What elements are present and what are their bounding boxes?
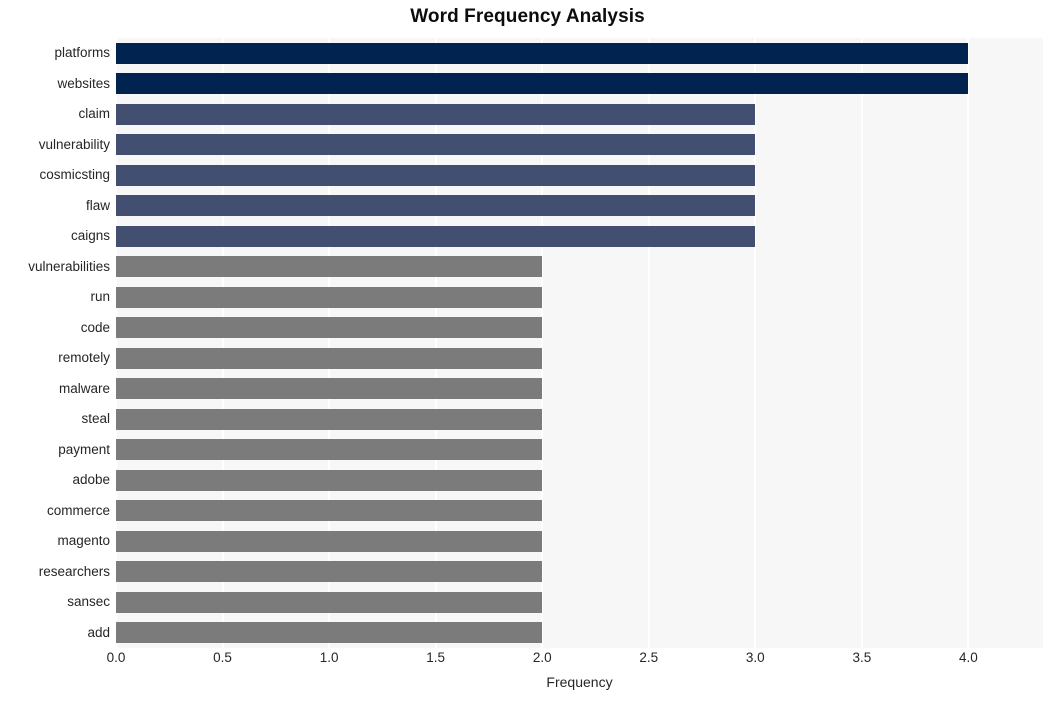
bar-segment [116,256,543,277]
bar [116,439,1043,460]
bar-segment [116,470,543,491]
bar [116,226,1043,247]
bar [116,500,1043,521]
x-tick-label: 3.0 [745,650,765,665]
plot-area [116,38,1043,648]
y-tick-label: sansec [67,594,110,609]
x-axis-tick-labels: 0.0 0.5 1.0 1.5 2.0 2.5 3.0 3.5 4.0 [107,650,1043,672]
x-axis-label: Frequency [546,674,613,690]
bar [116,531,1043,552]
x-tick-label: 0.0 [106,650,126,665]
bar [116,73,1043,94]
bar [116,165,1043,186]
gridline-vertical [541,38,544,648]
x-tick-label: 2.5 [639,650,659,665]
gridline-vertical [967,38,970,648]
gridline-vertical [328,38,331,648]
y-tick-label: flaw [85,198,110,213]
y-tick-label: cosmicsting [39,167,110,182]
bar [116,317,1043,338]
y-tick-label: run [90,289,110,304]
bar [116,561,1043,582]
bar-segment [116,561,543,582]
y-tick-label: adobe [72,472,110,487]
x-tick-label: 0.5 [213,650,232,665]
bar [116,104,1043,125]
bar-segment [116,287,543,308]
y-tick-label: claim [78,106,110,121]
bar-segment [116,43,969,64]
gridline-vertical [647,38,650,648]
gridline-vertical [116,38,117,648]
bar [116,348,1043,369]
page-title: Word Frequency Analysis [410,6,645,27]
y-tick-label: platforms [54,45,110,60]
bar [116,256,1043,277]
gridline-vertical [434,38,437,648]
y-tick-label: magento [57,533,110,548]
y-tick-label: steal [81,411,110,426]
y-tick-label: researchers [38,564,110,579]
bar [116,409,1043,430]
y-tick-label: remotely [58,350,110,365]
y-tick-label: commerce [46,503,110,518]
bar [116,195,1043,216]
chart-figure: Word Frequency Analysis platforms website… [0,0,1055,701]
bar-segment [116,226,756,247]
bar [116,287,1043,308]
x-tick-label: 1.5 [426,650,446,665]
gridline-vertical [860,38,863,648]
bar [116,592,1043,613]
y-tick-label: code [80,320,110,335]
bar-segment [116,134,756,155]
bar-segment [116,317,543,338]
y-tick-label: caigns [70,228,110,243]
y-tick-label: vulnerabilities [28,259,110,274]
y-tick-label: payment [58,442,110,457]
bar-segment [116,500,543,521]
bar [116,134,1043,155]
bar [116,43,1043,64]
bar [116,622,1043,643]
y-axis-tick-labels: platforms websites claim vulnerability cosmi… [0,38,110,648]
bar-segment [116,195,756,216]
bar-segment [116,409,543,430]
gridline-vertical [754,38,757,648]
bar [116,378,1043,399]
y-tick-label: websites [57,76,110,91]
x-tick-label: 3.5 [852,650,872,665]
bar-segment [116,592,543,613]
y-tick-label: vulnerability [38,137,110,152]
y-tick-label: malware [58,381,110,396]
bar-segment [116,104,756,125]
x-tick-label: 4.0 [959,650,978,665]
bar-segment [116,165,756,186]
bar-segment [116,348,543,369]
x-tick-label: 2.0 [532,650,552,665]
bar [116,470,1043,491]
bar-segment [116,622,543,643]
bar-segment [116,531,543,552]
bar-segment [116,378,543,399]
x-tick-label: 1.0 [319,650,339,665]
y-tick-label: add [87,625,110,640]
gridline-vertical [221,38,224,648]
bar-segment [116,439,543,460]
bar-segment [116,73,969,94]
